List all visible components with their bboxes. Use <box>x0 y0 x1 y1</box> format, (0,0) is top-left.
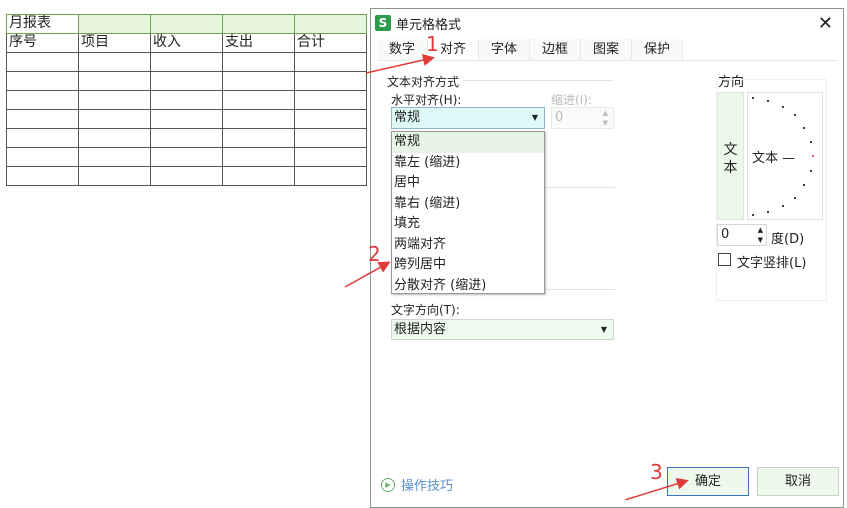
app-logo-icon: S <box>375 15 391 31</box>
cancel-button[interactable]: 取消 <box>757 467 839 496</box>
format-cells-dialog: S 单元格格式 ✕ 数字 对齐 字体 边框 图案 保护 文本对齐方式 水平对齐(H… <box>370 8 844 508</box>
chevron-down-icon: ▼ <box>531 113 538 122</box>
option-fill[interactable]: 填充 <box>392 214 544 235</box>
annotation-1: 1 <box>426 32 439 56</box>
horizontal-select[interactable]: 常规 ▼ <box>391 107 545 129</box>
header-cell[interactable]: 合计 <box>294 33 367 53</box>
header-cell[interactable]: 序号 <box>6 33 79 53</box>
cell-title[interactable]: 月报表 <box>6 14 79 34</box>
spreadsheet-grid[interactable]: 月报表 序号 项目 收入 支出 合计 <box>6 14 367 186</box>
horizontal-label: 水平对齐(H): <box>391 93 462 107</box>
tab-bar: 数字 对齐 字体 边框 图案 保护 <box>377 39 837 61</box>
chevron-down-icon: ▼ <box>600 325 607 334</box>
tab-protection[interactable]: 保护 <box>632 39 683 60</box>
option-center[interactable]: 居中 <box>392 173 544 194</box>
section-text-alignment: 文本对齐方式 <box>387 75 460 89</box>
close-icon[interactable]: ✕ <box>818 13 833 34</box>
ok-button[interactable]: 确定 <box>667 467 749 496</box>
vertical-text-toggle[interactable]: 文本 <box>717 92 744 220</box>
option-center-across-selection[interactable]: 跨列居中 <box>392 255 544 276</box>
vertical-text-checkbox[interactable] <box>718 253 731 266</box>
option-general[interactable]: 常规 <box>392 132 544 153</box>
tips-link[interactable]: ▶ 操作技巧 <box>381 475 453 494</box>
text-direction-select[interactable]: 根据内容 ▼ <box>391 319 614 340</box>
option-justify[interactable]: 两端对齐 <box>392 235 544 256</box>
tab-number[interactable]: 数字 <box>377 39 428 60</box>
header-cell[interactable]: 收入 <box>150 33 223 53</box>
option-left-indent[interactable]: 靠左 (缩进) <box>392 153 544 174</box>
header-cell[interactable]: 支出 <box>222 33 295 53</box>
annotation-2: 2 <box>368 242 381 266</box>
text-direction-label: 文字方向(T): <box>391 303 460 317</box>
orientation-panel: 文本 文本 — 0 ▲ ▼ 度(D) 文字竖排(L) <box>716 79 827 301</box>
indent-spinner[interactable]: 0 ▲ ▼ <box>551 107 614 129</box>
dialog-title: 单元格格式 <box>396 17 462 33</box>
tab-pattern[interactable]: 图案 <box>581 39 632 60</box>
title-bar: S 单元格格式 <box>371 9 843 37</box>
tab-border[interactable]: 边框 <box>530 39 581 60</box>
degree-spinner[interactable]: 0 ▲ ▼ <box>717 224 767 246</box>
indent-label: 缩进(I): <box>551 93 592 107</box>
tab-font[interactable]: 字体 <box>479 39 530 60</box>
vertical-text-label: 文字竖排(L) <box>737 256 807 271</box>
option-right-indent[interactable]: 靠右 (缩进) <box>392 194 544 215</box>
orientation-dial[interactable]: 文本 — <box>747 92 823 220</box>
horizontal-dropdown-list: 常规 靠左 (缩进) 居中 靠右 (缩进) 填充 两端对齐 跨列居中 分散对齐 … <box>391 131 545 294</box>
play-icon: ▶ <box>381 477 395 492</box>
option-distributed-indent[interactable]: 分散对齐 (缩进) <box>392 276 544 297</box>
header-cell[interactable]: 项目 <box>78 33 151 53</box>
degree-label: 度(D) <box>771 232 805 247</box>
annotation-3: 3 <box>650 460 663 484</box>
